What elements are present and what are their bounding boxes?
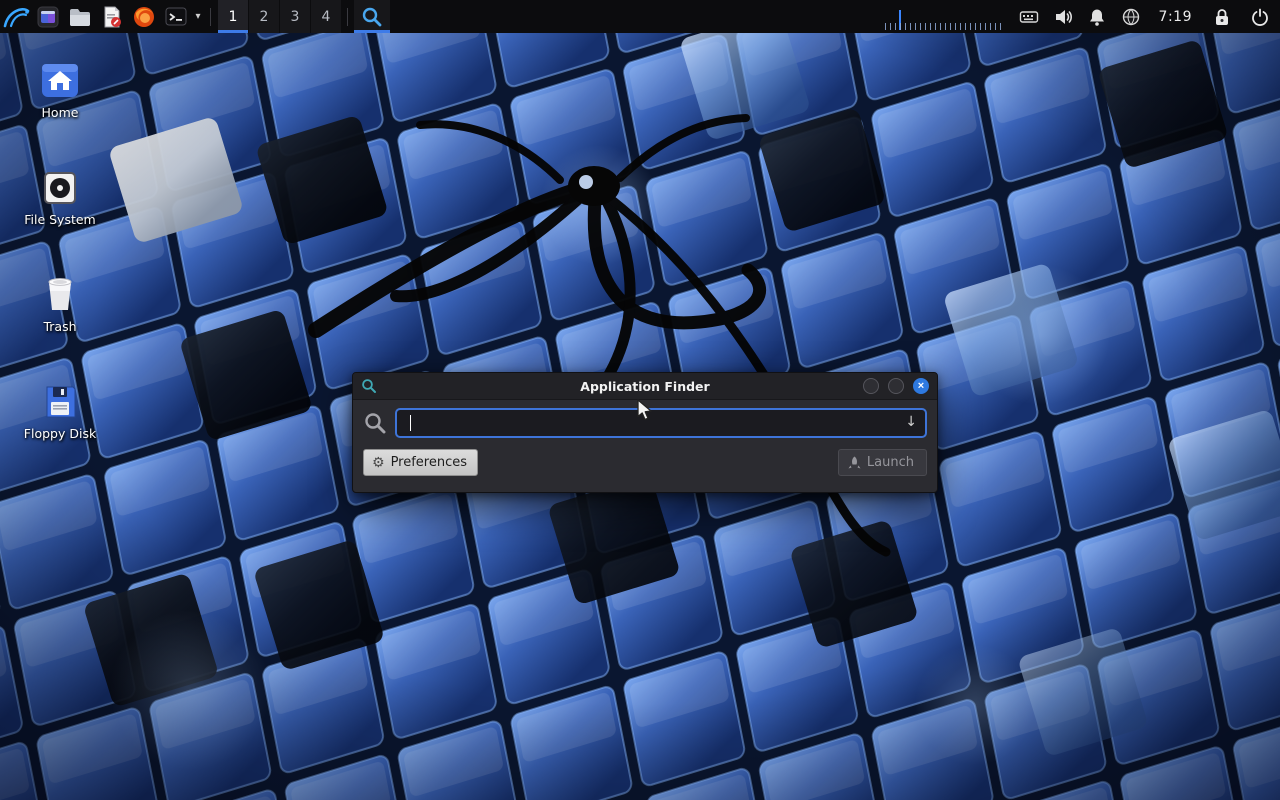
app-finder-task-button[interactable] <box>354 0 390 33</box>
power-icon <box>1250 7 1270 27</box>
network-status-button[interactable] <box>1121 7 1141 27</box>
window-title: Application Finder <box>353 379 937 394</box>
terminal-icon <box>164 5 188 29</box>
panel-separator <box>347 8 348 26</box>
desktop-icon-file-system[interactable]: File System <box>16 161 104 227</box>
workspace-2[interactable]: 2 <box>248 0 279 33</box>
panel-separator <box>210 8 211 26</box>
folder-launcher[interactable] <box>64 0 96 33</box>
maximize-button[interactable] <box>888 378 904 394</box>
kali-logo-icon <box>2 3 30 31</box>
preferences-button[interactable]: ⚙ Preferences <box>363 449 478 476</box>
clock[interactable]: 7:19 <box>1155 9 1196 25</box>
search-app-icon <box>361 6 383 28</box>
window-app-icon <box>361 378 377 394</box>
notifications-button[interactable] <box>1087 7 1107 27</box>
window-controls: × <box>863 378 929 394</box>
graph-ticks <box>885 23 1005 30</box>
terminal-launcher[interactable] <box>160 0 192 33</box>
logout-button[interactable] <box>1248 5 1272 29</box>
close-icon: × <box>918 381 924 392</box>
search-entry: ↓ <box>395 408 927 438</box>
system-monitor-graph[interactable] <box>885 7 1005 33</box>
text-caret <box>410 415 411 431</box>
firefox-icon <box>132 5 156 29</box>
desktop-icon-home[interactable]: Home <box>16 54 104 120</box>
launch-button[interactable]: Launch <box>838 449 927 476</box>
launch-rocket-icon <box>848 456 861 469</box>
workspace-1[interactable]: 1 <box>217 0 248 33</box>
desktop-icon-label: Home <box>16 105 104 120</box>
globe-network-icon <box>1121 7 1141 27</box>
text-editor-icon <box>100 5 124 29</box>
lock-icon <box>1212 7 1232 27</box>
desktop-icon-label: File System <box>16 212 104 227</box>
volume-icon <box>1053 7 1073 27</box>
search-icon <box>363 411 387 435</box>
bell-icon <box>1087 7 1107 27</box>
launch-label: Launch <box>867 455 914 470</box>
keyboard-icon <box>1019 7 1039 27</box>
search-row: ↓ <box>363 408 927 438</box>
lock-screen-button[interactable] <box>1210 5 1234 29</box>
workspace-3[interactable]: 3 <box>279 0 310 33</box>
volume-button[interactable] <box>1053 7 1073 27</box>
file-manager-icon <box>36 5 60 29</box>
desktop-icon-label: Floppy Disk <box>16 426 104 441</box>
top-panel: ▾ 1 2 3 4 <box>0 0 1280 33</box>
file-system-icon <box>41 169 79 207</box>
titlebar[interactable]: Application Finder × <box>353 373 937 400</box>
desktop-icon-floppy-disk[interactable]: Floppy Disk <box>16 375 104 441</box>
application-finder-window: Application Finder × ↓ ⚙ Preferences <box>352 372 938 493</box>
trash-icon <box>41 274 79 314</box>
file-manager-launcher[interactable] <box>32 0 64 33</box>
panel-left: ▾ 1 2 3 4 <box>0 0 390 33</box>
close-button[interactable]: × <box>913 378 929 394</box>
gear-icon: ⚙ <box>372 456 385 470</box>
panel-right: 7:19 <box>885 0 1280 33</box>
keyboard-indicator-icon[interactable] <box>1019 7 1039 27</box>
kali-menu-button[interactable] <box>0 0 32 33</box>
desktop-icon-trash[interactable]: Trash <box>16 268 104 334</box>
folder-icon <box>68 5 92 29</box>
minimize-button[interactable] <box>863 378 879 394</box>
workspace-4[interactable]: 4 <box>310 0 341 33</box>
window-body: ↓ ⚙ Preferences Launch <box>353 400 937 476</box>
preferences-label: Preferences <box>391 455 467 470</box>
text-editor-launcher[interactable] <box>96 0 128 33</box>
floppy-disk-icon <box>41 383 79 421</box>
home-icon <box>39 58 81 100</box>
firefox-launcher[interactable] <box>128 0 160 33</box>
button-row: ⚙ Preferences Launch <box>363 449 927 476</box>
desktop-icon-label: Trash <box>16 319 104 334</box>
chevron-down-icon[interactable]: ▾ <box>192 11 204 22</box>
workspace-pager: 1 2 3 4 <box>217 0 341 33</box>
search-input[interactable] <box>397 410 925 436</box>
